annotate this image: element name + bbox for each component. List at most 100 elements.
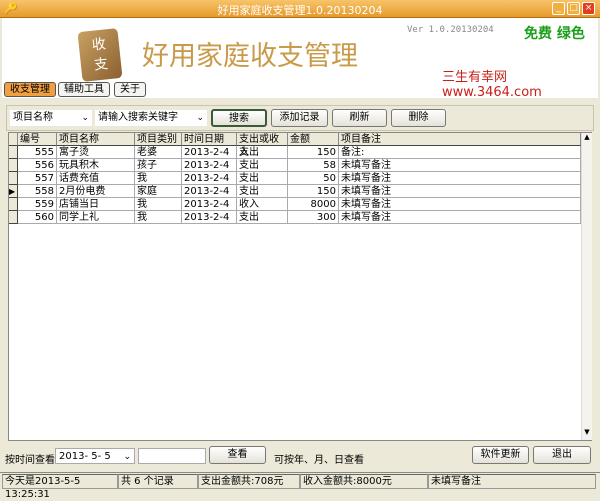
date-filter-label: 按时间查看 (5, 455, 55, 466)
table-row[interactable]: 559 店铺当日我 2013-2-4 收入 8000 未填写备注 (9, 198, 581, 211)
add-record-button[interactable]: 添加记录 (271, 109, 328, 127)
table-row[interactable]: 555 寓子烫 老婆 2013-2-4 支出 150 备注: (9, 146, 581, 159)
cell-type[interactable]: 支出 (237, 185, 288, 198)
row-header[interactable] (9, 198, 18, 211)
date-text-input[interactable] (138, 448, 206, 464)
field-select[interactable]: 项目名称 ⌄ (10, 110, 92, 126)
row-header-corner (9, 133, 18, 146)
scroll-up-icon[interactable]: ▲ (582, 133, 592, 144)
status-note: 未填写备注 (428, 474, 596, 489)
table-row[interactable]: ▶ 558 2月份电费 家庭 2013-2-4 支出 150 未填写备注 (9, 185, 581, 198)
free-label: 免费 绿色 (524, 26, 585, 42)
row-header[interactable] (9, 172, 18, 185)
column-header-date[interactable]: 时间日期 (182, 133, 237, 146)
date-hint: 可按年、月、日查看 (274, 455, 364, 466)
cell-name[interactable]: 店铺当日 (57, 198, 135, 211)
cell-category[interactable]: 老婆 (135, 146, 182, 159)
cell-category[interactable]: 孩子 (135, 159, 182, 172)
close-button[interactable]: × (582, 2, 595, 15)
cell-type[interactable]: 支出 (237, 211, 288, 224)
column-header-name[interactable]: 项目名称 (57, 133, 135, 146)
cell-note[interactable]: 备注: (339, 146, 581, 159)
records-table[interactable]: 编号 项目名称 项目类别 时间日期 支出或收入 金额 项目备注 555 寓子烫 老婆… (8, 132, 592, 441)
exit-button[interactable]: 退出 (533, 446, 591, 464)
version-label: Ver 1.0.20130204 (407, 25, 494, 35)
cell-note[interactable]: 未填写备注 (339, 159, 581, 172)
cell-amount[interactable]: 150 (288, 185, 339, 198)
cell-id[interactable]: 556 (18, 159, 57, 172)
tab-tools[interactable]: 辅助工具 (58, 82, 110, 97)
current-row-indicator-icon[interactable]: ▶ (9, 185, 18, 198)
chevron-down-icon: ⌄ (123, 452, 131, 462)
refresh-button[interactable]: 刷新 (332, 109, 387, 127)
app-title: 好用家庭收支管理 (142, 41, 358, 72)
table-row[interactable]: 560 同学上礼我 2013-2-4 支出 300 未填写备注 (9, 211, 581, 224)
title-bar: 🔑 好用家庭收支管理1.0.20130204 _ □ × (0, 0, 600, 18)
delete-button[interactable]: 删除 (391, 109, 446, 127)
cell-date[interactable]: 2013-2-4 (182, 211, 237, 224)
cell-amount[interactable]: 58 (288, 159, 339, 172)
cell-note[interactable]: 未填写备注 (339, 185, 581, 198)
window-title: 好用家庭收支管理1.0.20130204 (217, 4, 383, 17)
column-header-category[interactable]: 项目类别 (135, 133, 182, 146)
cell-id[interactable]: 560 (18, 211, 57, 224)
cell-type[interactable]: 收入 (237, 198, 288, 211)
cell-name[interactable]: 玩具积木 (57, 159, 135, 172)
cell-note[interactable]: 未填写备注 (339, 198, 581, 211)
minimize-button[interactable]: _ (552, 2, 565, 15)
cell-date[interactable]: 2013-2-4 (182, 172, 237, 185)
cell-name[interactable]: 话费充值 (57, 172, 135, 185)
cell-note[interactable]: 未填写备注 (339, 211, 581, 224)
cell-amount[interactable]: 50 (288, 172, 339, 185)
row-header[interactable] (9, 211, 18, 224)
cell-category[interactable]: 我 (135, 211, 182, 224)
cell-date[interactable]: 2013-2-4 (182, 159, 237, 172)
cell-date[interactable]: 2013-2-4 (182, 146, 237, 159)
date-picker[interactable]: 2013- 5- 5 ⌄ (55, 448, 135, 464)
cell-type[interactable]: 支出 (237, 172, 288, 185)
cell-category[interactable]: 家庭 (135, 185, 182, 198)
logo-book-icon: 收支 (77, 28, 123, 82)
status-bar: 今天是2013-5-5 13:25:31 共 6 个记录 支出金额共:708元 … (0, 472, 600, 500)
status-datetime: 今天是2013-5-5 13:25:31 (2, 474, 118, 500)
cell-name[interactable]: 同学上礼 (57, 211, 135, 224)
cell-amount[interactable]: 300 (288, 211, 339, 224)
view-button[interactable]: 查看 (209, 446, 266, 464)
cell-id[interactable]: 557 (18, 172, 57, 185)
table-row[interactable]: 556 玩具积木 孩子 2013-2-4 支出 58 未填写备注 (9, 159, 581, 172)
chevron-down-icon: ⌄ (81, 113, 89, 123)
cell-date[interactable]: 2013-2-4 (182, 185, 237, 198)
cell-id[interactable]: 555 (18, 146, 57, 159)
update-button[interactable]: 软件更新 (472, 446, 529, 464)
tab-income-expense[interactable]: 收支管理 (4, 82, 56, 97)
cell-type[interactable]: 支出 (237, 146, 288, 159)
maximize-button[interactable]: □ (567, 2, 580, 15)
column-header-amount[interactable]: 金额 (288, 133, 339, 146)
vertical-scrollbar[interactable]: ▲ ▼ (581, 133, 592, 440)
scroll-down-icon[interactable]: ▼ (582, 428, 592, 439)
search-button[interactable]: 搜索 (211, 109, 267, 127)
table-row[interactable]: 557 话费充值我 2013-2-4 支出 50 未填写备注 (9, 172, 581, 185)
row-header[interactable] (9, 159, 18, 172)
cell-note[interactable]: 未填写备注 (339, 172, 581, 185)
column-header-note[interactable]: 项目备注 (339, 133, 581, 146)
cell-name[interactable]: 寓子烫 (57, 146, 135, 159)
cell-amount[interactable]: 8000 (288, 198, 339, 211)
cell-category[interactable]: 我 (135, 172, 182, 185)
keyword-input[interactable]: 请输入搜索关键字 ⌄ (95, 110, 207, 126)
cell-id[interactable]: 559 (18, 198, 57, 211)
tab-about[interactable]: 关于 (114, 82, 146, 97)
cell-category[interactable]: 我 (135, 198, 182, 211)
status-record-count: 共 6 个记录 (118, 474, 198, 489)
column-header-id[interactable]: 编号 (18, 133, 57, 146)
cell-type[interactable]: 支出 (237, 159, 288, 172)
column-header-type[interactable]: 支出或收入 (237, 133, 288, 158)
cell-date[interactable]: 2013-2-4 (182, 198, 237, 211)
status-expense-total: 支出金额共:708元 (198, 474, 300, 489)
row-header[interactable] (9, 146, 18, 159)
cell-amount[interactable]: 150 (288, 146, 339, 159)
cell-id[interactable]: 558 (18, 185, 57, 198)
cell-name[interactable]: 2月份电费 (57, 185, 135, 198)
site-link[interactable]: 三生有幸网 www.3464.com (442, 66, 598, 100)
status-income-total: 收入金额共:8000元 (300, 474, 428, 489)
